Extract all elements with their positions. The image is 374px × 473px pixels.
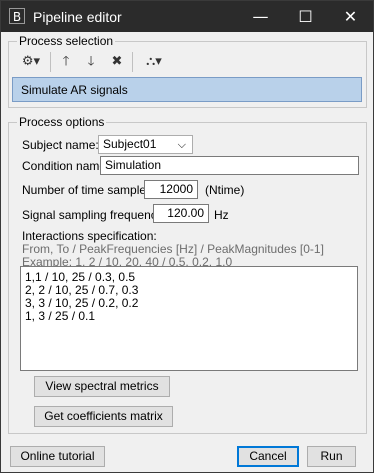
sampling-frequency-field[interactable]: 120.00 [153,204,209,223]
interactions-help-format: From, To / PeakFrequencies [Hz] / PeakMa… [22,242,324,256]
run-button[interactable]: Run [307,446,356,467]
time-samples-label: Number of time samples: [22,183,156,197]
subject-name-dropdown[interactable]: Subject01 ⌵ [98,135,193,154]
subject-name-value: Subject01 [103,137,157,151]
app-icon: B [9,8,25,24]
time-samples-field[interactable]: 12000 [144,180,198,199]
interactions-textarea[interactable]: 1,1 / 10, 25 / 0.3, 0.5 2, 2 / 10, 25 / … [20,266,358,371]
window-title: Pipeline editor [33,9,122,25]
process-item[interactable]: Simulate AR signals [21,83,128,97]
get-coefficients-matrix-button[interactable]: Get coefficients matrix [34,406,173,427]
arrow-up-icon[interactable]: 🡑 [56,51,76,73]
process-list[interactable]: Simulate AR signals [12,77,362,102]
time-samples-unit: (Ntime) [205,183,245,197]
close-icon[interactable]: ✕ [328,1,373,32]
pipeline-editor-window: B Pipeline editor — ☐ ✕ Process selectio… [0,0,374,473]
toolbar-separator [132,52,133,72]
interactions-label: Interactions specification: [22,229,157,243]
process-selection-label: Process selection [17,34,116,48]
toolbar-separator [50,52,51,72]
sampling-frequency-unit: Hz [214,208,229,222]
online-tutorial-button[interactable]: Online tutorial [10,446,105,467]
chevron-down-icon: ⌵ [177,138,186,151]
arrow-down-icon[interactable]: 🡓 [81,51,101,73]
pipeline-icon[interactable]: ⛬▾ [139,51,169,73]
delete-icon[interactable]: ✖ [107,51,127,73]
interactions-line: 1, 3 / 25 / 0.1 [25,309,96,323]
subject-name-label: Subject name: [22,138,99,152]
sampling-frequency-label: Signal sampling frequency: [22,208,167,222]
gear-icon[interactable]: ⚙▾ [16,51,46,73]
view-spectral-metrics-button[interactable]: View spectral metrics [34,376,170,397]
minimize-icon[interactable]: — [238,1,283,32]
cancel-button[interactable]: Cancel [237,446,299,467]
process-options-label: Process options [17,115,107,129]
condition-name-label: Condition name: [22,159,110,173]
maximize-icon[interactable]: ☐ [283,1,328,32]
title-bar[interactable]: B Pipeline editor — ☐ ✕ [1,1,373,32]
condition-name-field[interactable]: Simulation [100,156,359,175]
